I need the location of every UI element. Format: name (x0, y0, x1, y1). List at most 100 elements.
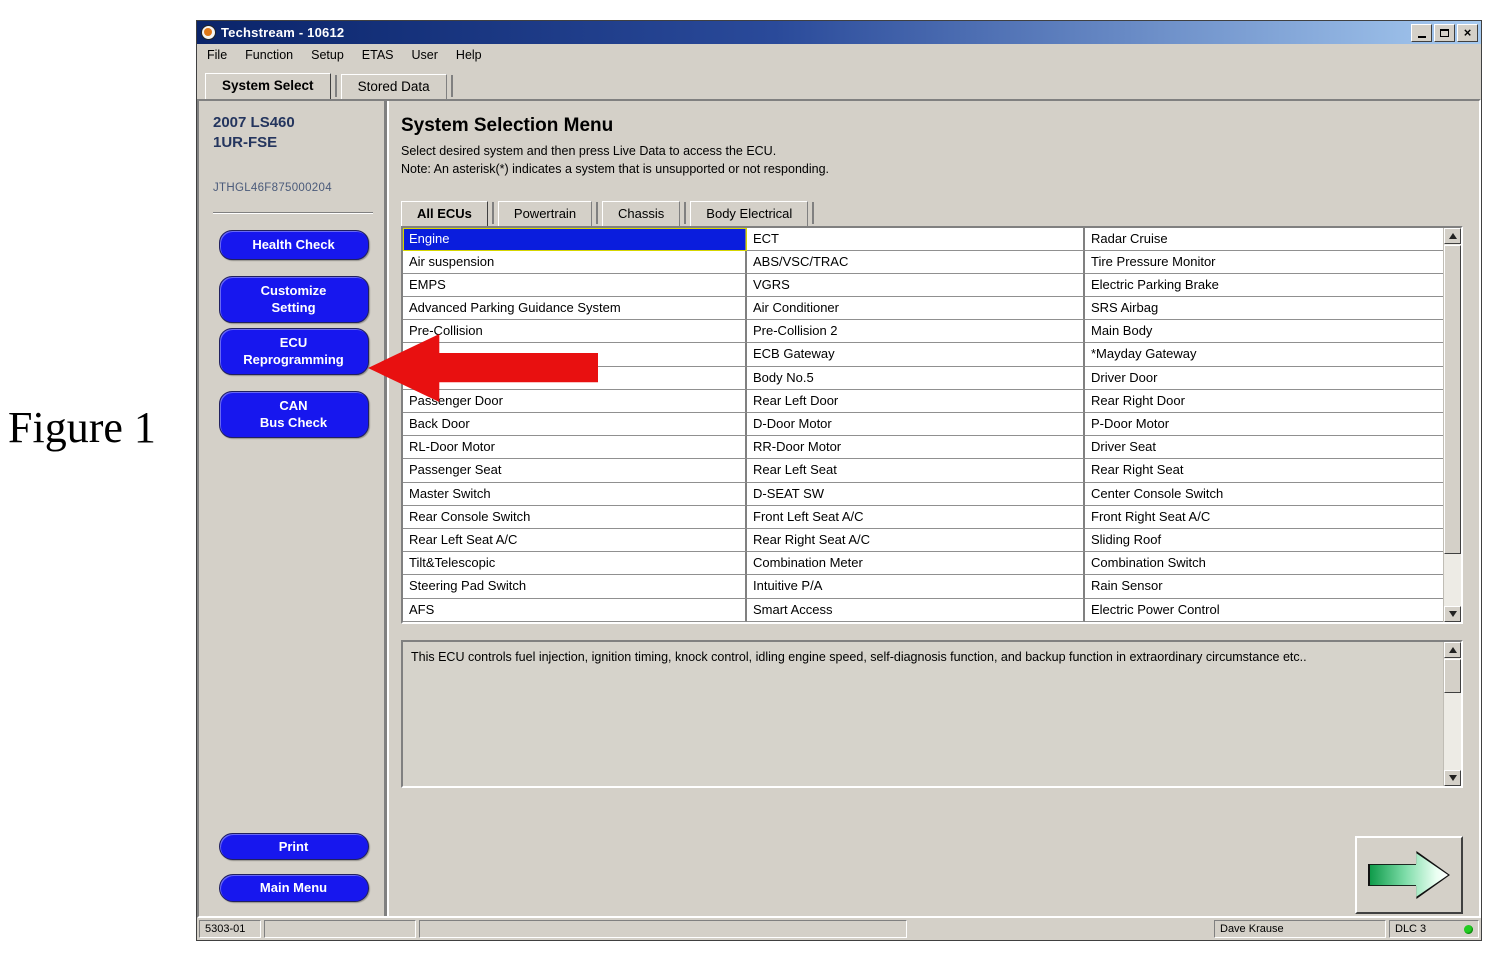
print-button[interactable]: Print (219, 833, 369, 861)
ecu-cell[interactable]: Front Left Seat A/C (747, 506, 1085, 529)
menu-etas[interactable]: ETAS (362, 48, 394, 62)
health-check-button[interactable]: Health Check (219, 230, 369, 260)
scrollbar-thumb[interactable] (1444, 659, 1461, 693)
ecu-cell[interactable]: Main Body (1085, 320, 1444, 343)
ecu-cell[interactable]: Passenger Door (403, 390, 747, 413)
ecu-cell[interactable]: Front Right Seat A/C (1085, 506, 1444, 529)
figure-canvas: Figure 1 Techstream - 10612 × File Funct… (0, 0, 1497, 966)
ecu-cell[interactable]: P-Door Motor (1085, 413, 1444, 436)
ecu-cell[interactable]: SRS Airbag (1085, 297, 1444, 320)
ecu-cell[interactable]: *Mayday Gateway (1085, 343, 1444, 366)
arrow-down-icon (1449, 611, 1457, 617)
ecu-description-text: This ECU controls fuel injection, igniti… (411, 648, 1437, 782)
ecu-tab-all-ecus[interactable]: All ECUs (401, 201, 488, 226)
ecu-cell[interactable]: Air Conditioner (747, 297, 1085, 320)
ecu-table-row: Steering Pad SwitchIntuitive P/ARain Sen… (403, 575, 1444, 598)
ecu-cell[interactable]: Air suspension (403, 251, 747, 274)
ecu-cell[interactable]: Rear Left Seat (747, 459, 1085, 482)
ecu-table-row: Passenger SeatRear Left SeatRear Right S… (403, 459, 1444, 482)
ecu-cell[interactable]: Intuitive P/A (747, 575, 1085, 598)
table-scrollbar[interactable] (1443, 228, 1461, 622)
ecu-cell[interactable]: Engine (403, 228, 747, 251)
main-tabrow: System Select Stored Data (197, 66, 1481, 99)
ecu-cell[interactable]: Electric Parking Brake (1085, 274, 1444, 297)
ecu-tab-powertrain[interactable]: Powertrain (498, 201, 592, 226)
ecu-cell[interactable]: Sliding Roof (1085, 529, 1444, 552)
vehicle-vin: JTHGL46F875000204 (213, 182, 374, 194)
ecu-cell[interactable]: RL-Door Motor (403, 436, 747, 459)
ecu-cell[interactable]: Combination Switch (1085, 552, 1444, 575)
ecu-cell[interactable]: Rear Right Seat (1085, 459, 1444, 482)
ecu-cell[interactable]: Pre-Collision (403, 320, 747, 343)
scroll-up-button[interactable] (1444, 642, 1461, 658)
ecu-cell[interactable]: Center Console Switch (1085, 483, 1444, 506)
green-arrow-icon (1368, 851, 1450, 899)
sidebar-spacer (213, 438, 374, 817)
scroll-up-button[interactable] (1444, 228, 1461, 244)
ecu-cell[interactable]: Tire Pressure Monitor (1085, 251, 1444, 274)
page-title: System Selection Menu (401, 115, 1463, 137)
window-controls: × (1411, 24, 1478, 42)
ecu-cell[interactable]: Pre-Collision 2 (747, 320, 1085, 343)
close-button[interactable]: × (1457, 24, 1478, 42)
ecu-cell[interactable]: Rear Right Seat A/C (747, 529, 1085, 552)
ecu-tab-body-electrical[interactable]: Body Electrical (690, 201, 808, 226)
ecu-tab-chassis[interactable]: Chassis (602, 201, 680, 226)
ecu-cell[interactable]: Rear Left Seat A/C (403, 529, 747, 552)
techstream-logo-icon (201, 25, 216, 40)
restore-button[interactable] (1434, 24, 1455, 42)
ecu-cell[interactable]: Passenger Seat (403, 459, 747, 482)
ecu-cell[interactable]: VGRS (747, 274, 1085, 297)
ecu-cell[interactable]: Tilt&Telescopic (403, 552, 747, 575)
ecu-cell[interactable]: Body No.5 (747, 367, 1085, 390)
tab-separator (812, 202, 814, 224)
ecu-cell[interactable]: Combination Meter (747, 552, 1085, 575)
ecu-cell[interactable]: Back Door (403, 413, 747, 436)
scroll-down-button[interactable] (1444, 770, 1461, 786)
arrow-up-icon (1449, 647, 1457, 653)
instruction-line-1: Select desired system and then press Liv… (401, 143, 1463, 161)
menu-function[interactable]: Function (245, 48, 293, 62)
description-scrollbar[interactable] (1443, 642, 1461, 786)
ecu-table-row: RL-Door MotorRR-Door MotorDriver Seat (403, 436, 1444, 459)
ecu-cell[interactable]: Driver Seat (1085, 436, 1444, 459)
main-menu-button[interactable]: Main Menu (219, 874, 369, 902)
menu-user[interactable]: User (412, 48, 438, 62)
ecu-cell[interactable]: Rain Sensor (1085, 575, 1444, 598)
ecu-table-row: AFSSmart AccessElectric Power Control (403, 599, 1444, 622)
ecu-cell[interactable]: Smart Access (747, 599, 1085, 622)
can-bus-check-button[interactable]: CAN Bus Check (219, 391, 369, 438)
ecu-cell[interactable]: Rear Console Switch (403, 506, 747, 529)
status-dlc: DLC 3 (1389, 920, 1479, 938)
ecu-cell[interactable]: D-Door Motor (747, 413, 1085, 436)
ecu-cell[interactable]: EMPS (403, 274, 747, 297)
ecu-cell[interactable]: Advanced Parking Guidance System (403, 297, 747, 320)
titlebar: Techstream - 10612 × (197, 21, 1481, 44)
ecu-cell[interactable]: D-SEAT SW (747, 483, 1085, 506)
ecu-cell[interactable]: Rear Left Door (747, 390, 1085, 413)
scrollbar-thumb[interactable] (1444, 245, 1461, 554)
ecu-cell[interactable]: Steering Pad Switch (403, 575, 747, 598)
menu-setup[interactable]: Setup (311, 48, 344, 62)
menubar: File Function Setup ETAS User Help (197, 44, 1481, 66)
minimize-button[interactable] (1411, 24, 1432, 42)
ecu-table-row: Back DoorD-Door MotorP-Door Motor (403, 413, 1444, 436)
tab-stored-data[interactable]: Stored Data (341, 74, 447, 99)
ecu-cell[interactable]: Master Switch (403, 483, 747, 506)
scroll-down-button[interactable] (1444, 606, 1461, 622)
ecu-cell[interactable]: Rear Right Door (1085, 390, 1444, 413)
ecu-cell[interactable]: Electric Power Control (1085, 599, 1444, 622)
ecu-reprogramming-button[interactable]: ECU Reprogramming (219, 328, 369, 375)
next-arrow-button[interactable] (1355, 836, 1463, 914)
ecu-cell[interactable]: RR-Door Motor (747, 436, 1085, 459)
ecu-cell[interactable]: ECB Gateway (747, 343, 1085, 366)
ecu-cell[interactable]: Driver Door (1085, 367, 1444, 390)
ecu-cell[interactable]: ECT (747, 228, 1085, 251)
ecu-cell[interactable]: ABS/VSC/TRAC (747, 251, 1085, 274)
ecu-cell[interactable]: Radar Cruise (1085, 228, 1444, 251)
menu-help[interactable]: Help (456, 48, 482, 62)
menu-file[interactable]: File (207, 48, 227, 62)
customize-setting-button[interactable]: Customize Setting (219, 276, 369, 323)
tab-system-select[interactable]: System Select (205, 73, 331, 99)
ecu-cell[interactable]: AFS (403, 599, 747, 622)
